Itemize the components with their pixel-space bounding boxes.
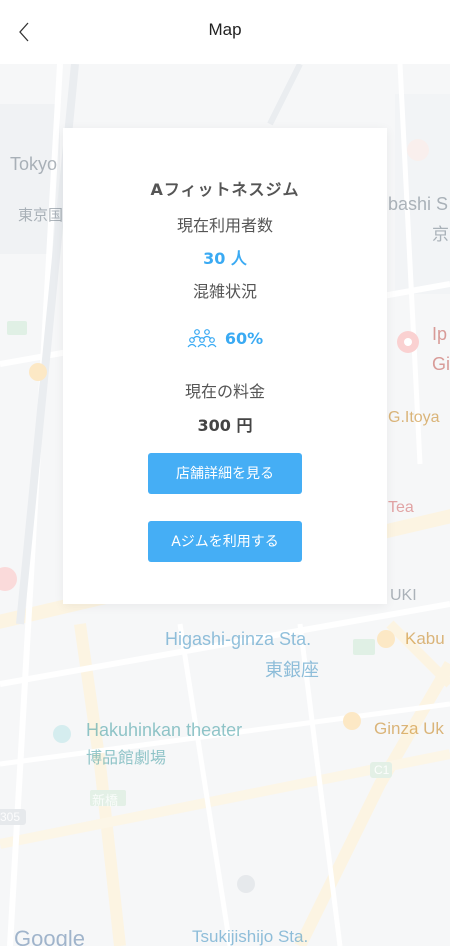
map-label-tsukiji: Tsukijishijo Sta. xyxy=(192,927,309,946)
top-navigation-bar: Map xyxy=(0,0,450,64)
map-label-higashi-ginza-jp: 東銀座 xyxy=(265,660,319,680)
map-label-tokyo-jp: 東京国 xyxy=(18,207,64,224)
map-label-shinbashi-jp: 新橋 xyxy=(92,793,119,808)
gym-name: Aフィットネスジム xyxy=(150,180,300,199)
map-label-bashi: bashi S xyxy=(388,194,449,214)
map-label-uki: UKI xyxy=(390,587,417,604)
current-users-label: 現在利用者数 xyxy=(176,216,273,235)
map-label-tokyo: Tokyo xyxy=(10,154,58,174)
gym-info-card: Aフィットネスジム 現在利用者数 30 人 混雑状況 60% 現在の料金 300… xyxy=(63,128,387,604)
map-google-logo: Google xyxy=(14,926,85,946)
map-label-hakuhinkan-jp: 博品館劇場 xyxy=(86,750,167,767)
map-label-bashi-jp: 京 xyxy=(432,225,449,244)
map-label-higashi-ginza: Higashi-ginza Sta. xyxy=(165,629,312,649)
map-label-kabu: Kabu xyxy=(405,629,445,648)
map-label-tea: Tea xyxy=(388,499,414,516)
map-label-gi: Gi xyxy=(432,354,450,374)
map-label-ip: Ip xyxy=(432,324,448,344)
view-store-details-button[interactable]: 店舗詳細を見る xyxy=(148,453,302,494)
map-label-route-305: 305 xyxy=(0,810,21,824)
price-label: 現在の料金 xyxy=(184,382,265,401)
map-label-itoya: G.Itoya xyxy=(388,409,440,426)
current-users-value: 30 人 xyxy=(203,249,247,268)
congestion-indicator: 60% xyxy=(63,328,387,348)
price-value: 300 円 xyxy=(197,416,253,435)
page-title: Map xyxy=(208,20,242,39)
congestion-label: 混雑状況 xyxy=(192,282,257,301)
map-label-ginza-uk: Ginza Uk xyxy=(374,719,444,738)
use-gym-button[interactable]: Aジムを利用する xyxy=(148,521,302,562)
map-label-hakuhinkan: Hakuhinkan theater xyxy=(86,720,243,740)
congestion-value: 60% xyxy=(224,328,264,348)
people-group-icon xyxy=(187,329,217,348)
map-label-c1: C1 xyxy=(374,763,390,777)
